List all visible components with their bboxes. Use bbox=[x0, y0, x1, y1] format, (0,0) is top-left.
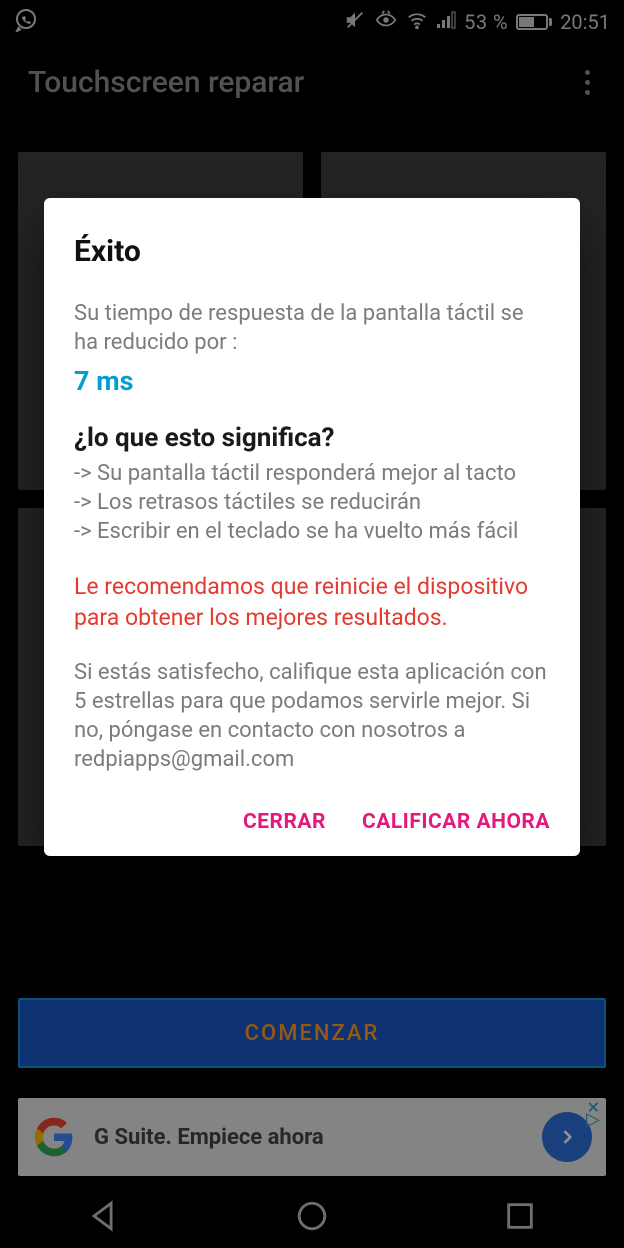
dialog-value: 7 ms bbox=[74, 365, 550, 397]
dialog-bullet: -> Su pantalla táctil responderá mejor a… bbox=[74, 459, 550, 488]
dialog-intro: Su tiempo de respuesta de la pantalla tá… bbox=[74, 299, 550, 357]
dialog-title: Éxito bbox=[74, 234, 550, 269]
dialog-bullet: -> Escribir en el teclado se ha vuelto m… bbox=[74, 517, 550, 546]
dialog-subtitle: ¿lo que esto significa? bbox=[74, 423, 550, 453]
success-dialog: Éxito Su tiempo de respuesta de la panta… bbox=[44, 198, 580, 856]
dialog-bullet: -> Los retrasos táctiles se reducirán bbox=[74, 488, 550, 517]
dialog-warning: Le recomendamos que reinicie el disposit… bbox=[74, 572, 550, 634]
rate-now-button[interactable]: CALIFICAR AHORA bbox=[362, 810, 550, 834]
dialog-rate-text: Si estás satisfecho, califique esta apli… bbox=[74, 658, 550, 774]
close-button[interactable]: CERRAR bbox=[243, 810, 326, 834]
